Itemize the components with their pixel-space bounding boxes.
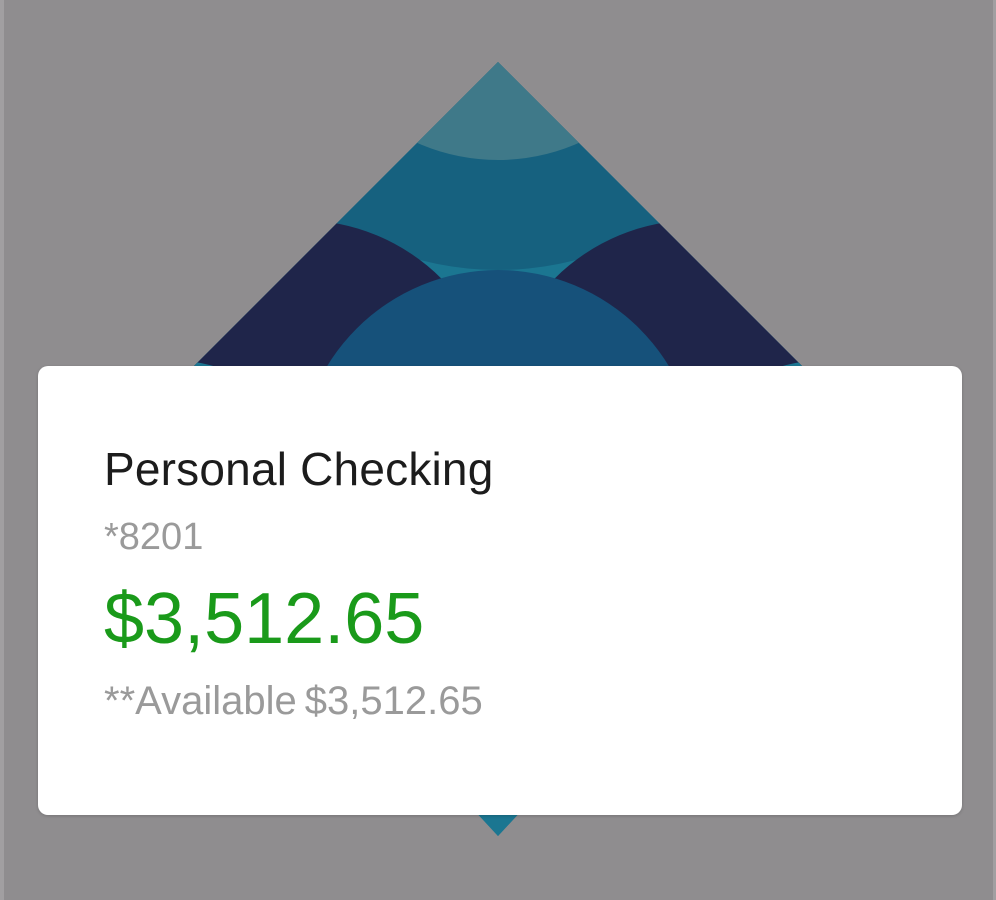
available-value: $3,512.65 [304,679,483,723]
available-label: **Available [104,679,297,723]
account-balance: $3,512.65 [104,579,425,659]
account-number-masked: *8201 [104,516,204,558]
account-card[interactable]: Personal Checking *8201 $3,512.65 **Avai… [38,366,962,815]
account-name: Personal Checking [104,443,494,495]
available-balance: **Available $3,512.65 [104,679,483,724]
account-screen: Personal Checking *8201 $3,512.65 **Avai… [0,0,996,900]
